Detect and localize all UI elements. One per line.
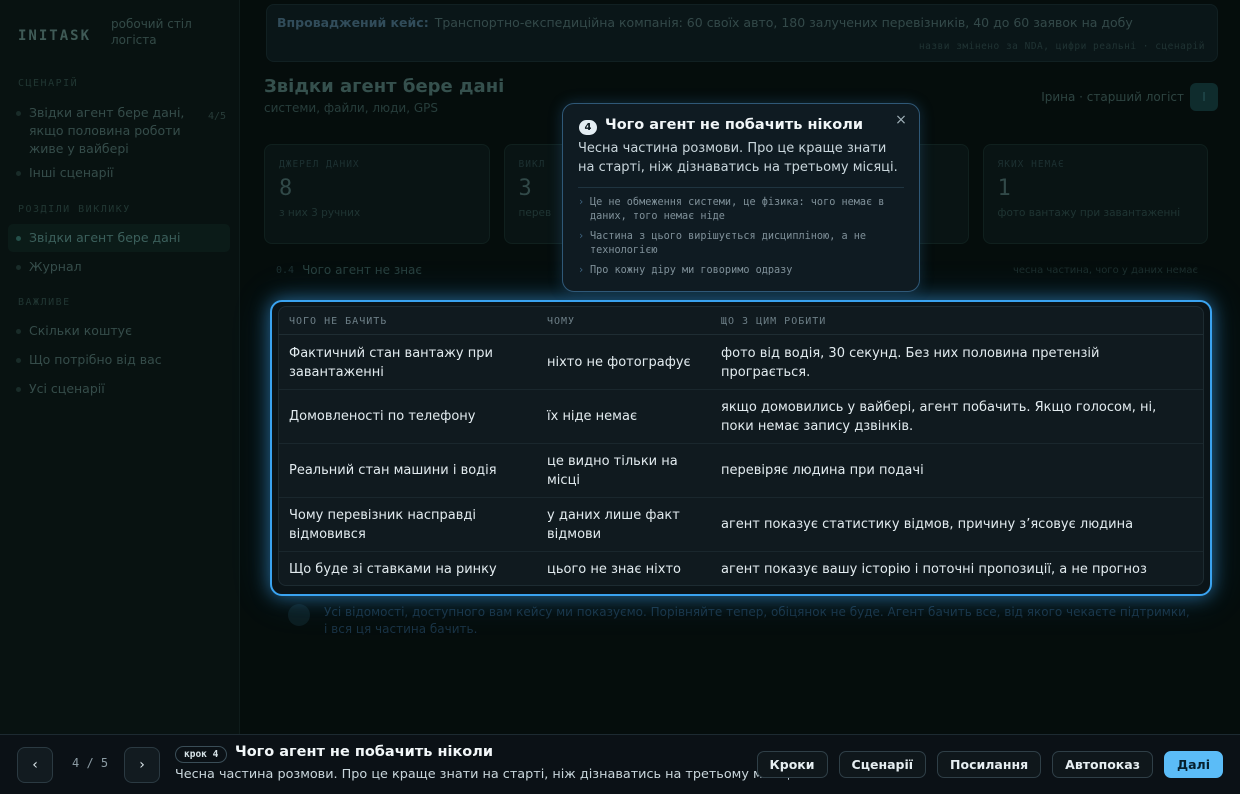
step-badge: 4 bbox=[579, 120, 597, 135]
tour-step-title: Чого агент не побачить ніколи bbox=[235, 744, 494, 760]
table-cell: якщо домовились у вайбері, агент побачит… bbox=[721, 399, 1157, 434]
table-row: Що буде зі ставками на ринку цього не зн… bbox=[279, 552, 1203, 585]
blind-spots-table: ЧОГО НЕ БАЧИТЬ ЧОМУ ЩО З ЦИМ РОБИТИ Факт… bbox=[278, 306, 1204, 586]
step-counter: 4 / 5 bbox=[72, 756, 109, 770]
step-chip: крок 4 bbox=[175, 746, 228, 763]
links-button[interactable]: Посилання bbox=[937, 751, 1042, 778]
column-header-what: ЧОГО НЕ БАЧИТЬ bbox=[289, 316, 388, 327]
table-cell: Що буде зі ставками на ринку bbox=[289, 562, 497, 577]
autoplay-button[interactable]: Автопоказ bbox=[1052, 751, 1153, 778]
table-cell: це видно тільки на місці bbox=[547, 453, 678, 488]
table-cell: Реальний стан машини і водія bbox=[289, 463, 497, 478]
table-cell: перевіряє людина при подачі bbox=[721, 463, 924, 478]
scenarios-button[interactable]: Сценарії bbox=[838, 751, 927, 778]
popover-body: Чесна частина розмови. Про це краще знат… bbox=[578, 141, 898, 175]
table-row: Фактичний стан вантажу при завантаженні … bbox=[279, 336, 1203, 390]
table-cell: Домовленості по телефону bbox=[289, 409, 476, 424]
table-cell: ніхто не фотографує bbox=[547, 355, 691, 370]
table-cell: у даних лише факт відмови bbox=[547, 507, 680, 542]
next-step-button[interactable]: › bbox=[124, 747, 160, 783]
popover-bullets: Це не обмеження системи, це фізика: чого… bbox=[578, 196, 904, 284]
table-cell: цього не знає ніхто bbox=[547, 562, 681, 577]
table-cell: Фактичний стан вантажу при завантаженні bbox=[289, 345, 493, 380]
prev-step-button[interactable]: ‹ bbox=[17, 747, 53, 783]
divider bbox=[578, 187, 904, 188]
table-cell: фото від водія, 30 секунд. Без них полов… bbox=[721, 345, 1100, 380]
list-item: Це не обмеження системи, це фізика: чого… bbox=[578, 196, 904, 224]
popover-title: Чого агент не побачить ніколи bbox=[605, 117, 864, 133]
tour-actions: Кроки Сценарії Посилання Автопоказ Далі bbox=[756, 751, 1223, 778]
table-row: Реальний стан машини і водія це видно ті… bbox=[279, 444, 1203, 498]
close-icon[interactable]: × bbox=[893, 112, 909, 128]
list-item: Про кожну діру ми говоримо одразу bbox=[578, 264, 904, 278]
tour-bar: ‹ 4 / 5 › крок 4 Чого агент не побачить … bbox=[0, 734, 1240, 794]
steps-button[interactable]: Кроки bbox=[756, 751, 828, 778]
table-cell: агент показує вашу історію і поточні про… bbox=[721, 562, 1147, 577]
list-item: Частина з цього вирішується дисципліною,… bbox=[578, 230, 904, 258]
table-cell: агент показує статистику відмов, причину… bbox=[721, 517, 1134, 532]
next-button[interactable]: Далі bbox=[1163, 751, 1223, 778]
table-cell: Чому перевізник насправді відмовився bbox=[289, 507, 476, 542]
table-header: ЧОГО НЕ БАЧИТЬ ЧОМУ ЩО З ЦИМ РОБИТИ bbox=[279, 307, 1203, 335]
column-header-action: ЩО З ЦИМ РОБИТИ bbox=[721, 316, 827, 327]
tour-popover: 4 Чого агент не побачить ніколи × Чесна … bbox=[562, 103, 920, 292]
table-row: Домовленості по телефону їх ніде немає я… bbox=[279, 390, 1203, 444]
tour-step-description: Чесна частина розмови. Про це краще знат… bbox=[175, 767, 798, 782]
highlighted-table-frame: ЧОГО НЕ БАЧИТЬ ЧОМУ ЩО З ЦИМ РОБИТИ Факт… bbox=[270, 300, 1212, 596]
table-row: Чому перевізник насправді відмовився у д… bbox=[279, 498, 1203, 552]
column-header-why: ЧОМУ bbox=[547, 316, 576, 327]
table-cell: їх ніде немає bbox=[547, 409, 638, 424]
